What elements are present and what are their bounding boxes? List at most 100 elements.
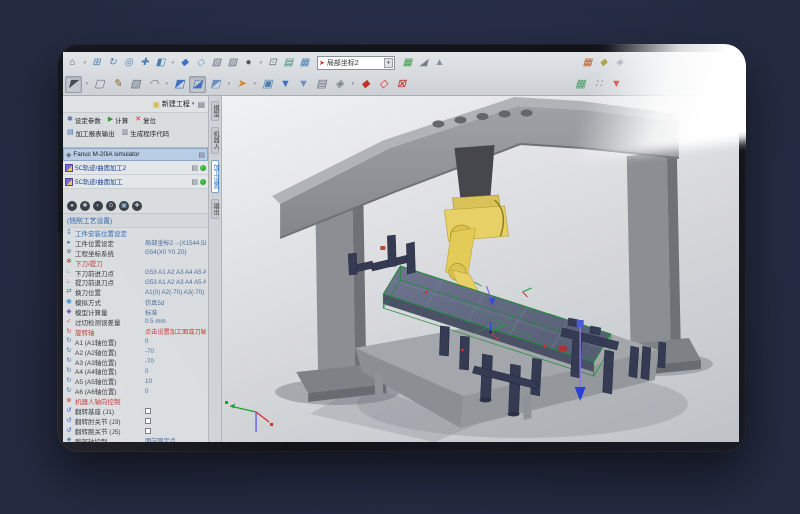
property-row[interactable]: ↺ 翻转腕关节 (J5) bbox=[63, 426, 208, 436]
property-row[interactable]: ⊕ 工程坐标系统 G54(X0 Y0 Z0) bbox=[63, 248, 208, 258]
checkbox[interactable] bbox=[145, 408, 151, 414]
property-value[interactable]: A1(0) A2(-70) A3(-70) bbox=[145, 289, 206, 296]
property-value[interactable]: 仿真5d bbox=[145, 298, 206, 307]
toolbar-icon[interactable]: ➤ bbox=[233, 76, 250, 93]
toolbar-icon[interactable]: ◆ bbox=[177, 56, 192, 71]
toolbar-icon[interactable]: ◈ bbox=[612, 56, 627, 71]
property-row[interactable]: ∟ 提刀前退刀点 G53 A1 A2 A3 A4 A5 A bbox=[63, 277, 208, 287]
tree-item[interactable]: 5C轨迹/曲面加工2 ▤ bbox=[63, 161, 208, 175]
action-button[interactable]: ✱ 设定参数 bbox=[67, 115, 101, 125]
property-value[interactable]: G54(X0 Y0 Z0) bbox=[145, 249, 206, 256]
property-row[interactable]: ✻ 下刀/提刀 bbox=[63, 258, 208, 268]
checkbox[interactable] bbox=[145, 428, 151, 434]
toolbar-icon[interactable]: ▾ bbox=[251, 76, 258, 93]
tree-item[interactable]: 5C轨迹/曲面加工 ▤ bbox=[63, 175, 208, 189]
property-row[interactable]: ▸ 工件位置设定 局部坐标2→(X1544.582 bbox=[63, 238, 208, 248]
side-tab[interactable]: 输出 bbox=[211, 199, 219, 219]
property-row[interactable]: ↻ A1 (A1轴位置) 0 bbox=[63, 337, 208, 347]
toolbar-icon[interactable]: ▾ bbox=[169, 56, 176, 71]
property-value[interactable]: 0 bbox=[145, 338, 206, 345]
property-value[interactable]: 局部坐标2→(X1544.582 bbox=[145, 238, 206, 247]
side-tab[interactable]: 模型 bbox=[211, 101, 219, 121]
toolbar-icon[interactable]: ∷ bbox=[590, 76, 607, 93]
toolbar-icon[interactable]: ▼ bbox=[277, 76, 294, 93]
toolbar-icon[interactable]: ✎ bbox=[109, 76, 126, 93]
dropdown-arrow-icon[interactable]: ▾ bbox=[384, 58, 393, 68]
toolbar-icon[interactable]: ◎ bbox=[121, 56, 136, 71]
action-button[interactable]: ▤ 加工报表输出 bbox=[67, 128, 115, 138]
tree-header-row[interactable]: ◈ Fanuc M-20iA simulator ▤ bbox=[63, 148, 208, 161]
property-row[interactable]: ↻ A2 (A2轴位置) -70 bbox=[63, 347, 208, 357]
toolbar-icon[interactable]: ▤ bbox=[313, 76, 330, 93]
toolbar-icon[interactable]: ▣ bbox=[259, 76, 276, 93]
toolbar-icon[interactable]: ⊠ bbox=[393, 76, 410, 93]
property-row[interactable]: ↻ A4 (A4轴位置) 0 bbox=[63, 366, 208, 376]
toolbar-icon[interactable]: ▾ bbox=[163, 76, 170, 93]
toolbar-icon[interactable]: ▦ bbox=[572, 76, 589, 93]
toolbar-icon[interactable]: ▢ bbox=[91, 76, 108, 93]
property-value[interactable]: G53 A1 A2 A3 A4 A5 A bbox=[145, 279, 206, 286]
page-icon[interactable]: ▤ bbox=[191, 178, 198, 186]
toolbar-icon[interactable]: ▦ bbox=[297, 56, 312, 71]
property-row[interactable]: ↺ 翻转基座 (J1) bbox=[63, 406, 208, 416]
property-row[interactable]: ↺ 翻转肘关节 (J3) bbox=[63, 416, 208, 426]
toolbar-icon[interactable]: ◢ bbox=[416, 56, 431, 71]
page-icon[interactable]: ▤ bbox=[191, 164, 198, 172]
toolbar-icon[interactable]: ● bbox=[241, 56, 256, 71]
property-value[interactable]: 点击设置加工面或刀轴向 bbox=[145, 327, 206, 336]
toolbar-icon[interactable]: ▾ bbox=[225, 76, 232, 93]
property-row[interactable]: ↻ 旋转轴 点击设置加工面或刀轴向 bbox=[63, 327, 208, 337]
pin-panel-icon[interactable]: ▤ bbox=[197, 100, 205, 109]
side-tab[interactable]: 加工设置 bbox=[211, 160, 219, 193]
toolbar-icon[interactable]: ▲ bbox=[432, 56, 447, 71]
mini-toolbar-icon[interactable]: ✱ bbox=[80, 201, 90, 211]
property-row[interactable]: ↧ 工件安装位置设定 bbox=[63, 228, 208, 238]
toolbar-icon[interactable]: ◩ bbox=[171, 76, 188, 93]
property-value[interactable]: 0 bbox=[145, 368, 206, 375]
property-value[interactable]: G53 A1 A2 A3 A4 A5 A bbox=[145, 269, 206, 276]
toolbar-icon[interactable]: ▾ bbox=[349, 76, 356, 93]
page-icon[interactable]: ▤ bbox=[198, 151, 205, 159]
toolbar-icon[interactable]: ⊡ bbox=[265, 56, 280, 71]
toolbar-icon[interactable]: ▧ bbox=[209, 56, 224, 71]
mini-toolbar-icon[interactable]: ● bbox=[67, 201, 77, 211]
action-button[interactable]: ✕ 复位 bbox=[135, 115, 156, 125]
mini-toolbar-icon[interactable]: ▣ bbox=[119, 201, 129, 211]
property-row[interactable]: ✓ 过切检测误差量 0.5 mm bbox=[63, 317, 208, 327]
coordinate-system-combo[interactable]: ➤ 局部坐标2 ▾ bbox=[317, 56, 395, 70]
property-row[interactable]: ↻ A6 (A6轴位置) 0 bbox=[63, 386, 208, 396]
toolbar-icon[interactable]: ▦ bbox=[400, 56, 415, 71]
toolbar-icon[interactable]: ◈ bbox=[331, 76, 348, 93]
toolbar-icon[interactable]: ↻ bbox=[105, 56, 120, 71]
mini-toolbar-icon[interactable]: ◐ bbox=[93, 201, 103, 211]
property-row[interactable]: ↻ A3 (A3轴位置) -70 bbox=[63, 357, 208, 367]
property-row[interactable]: ◆ 模型计算量 标准 bbox=[63, 307, 208, 317]
property-value[interactable]: 标准 bbox=[145, 308, 206, 317]
toolbar-icon[interactable]: ▼ bbox=[295, 76, 312, 93]
property-value[interactable]: 面向固定点 bbox=[145, 436, 206, 442]
viewport-3d[interactable] bbox=[222, 96, 739, 442]
toolbar-icon[interactable]: ▾ bbox=[83, 76, 90, 93]
side-tab[interactable]: 机器人 bbox=[211, 127, 219, 154]
toolbar-icon[interactable]: ▤ bbox=[281, 56, 296, 71]
toolbar-icon[interactable]: ◩ bbox=[207, 76, 224, 93]
new-project-button[interactable]: ▣ 新建工程 ▾ bbox=[152, 99, 194, 109]
property-value[interactable]: 0.5 mm bbox=[145, 318, 206, 325]
property-row[interactable]: ◉ 模拟方式 仿真5d bbox=[63, 297, 208, 307]
property-row[interactable]: ↻ A5 (A5轴位置) 10 bbox=[63, 376, 208, 386]
toolbar-icon[interactable]: ◪ bbox=[189, 76, 206, 93]
property-row[interactable]: ∟ 下刀前进刀点 G53 A1 A2 A3 A4 A5 A bbox=[63, 268, 208, 278]
property-row[interactable]: ⊗ 机器人轴向控制 bbox=[63, 396, 208, 406]
toolbar-icon[interactable]: ▾ bbox=[81, 56, 88, 71]
toolbar-icon[interactable]: ◤ bbox=[65, 76, 82, 93]
checkbox[interactable] bbox=[145, 418, 151, 424]
toolbar-icon[interactable]: ▨ bbox=[225, 56, 240, 71]
property-row[interactable]: ⇄ 换刀位置 A1(0) A2(-70) A3(-70) bbox=[63, 287, 208, 297]
toolbar-icon[interactable]: ◇ bbox=[193, 56, 208, 71]
mini-toolbar-icon[interactable]: ✚ bbox=[132, 201, 142, 211]
action-button[interactable]: ▥ 生成程序代码 bbox=[122, 128, 170, 138]
property-value[interactable]: 10 bbox=[145, 378, 206, 385]
property-value[interactable]: 0 bbox=[145, 388, 206, 395]
toolbar-icon[interactable]: ▾ bbox=[257, 56, 264, 71]
toolbar-icon[interactable]: ◧ bbox=[153, 56, 168, 71]
